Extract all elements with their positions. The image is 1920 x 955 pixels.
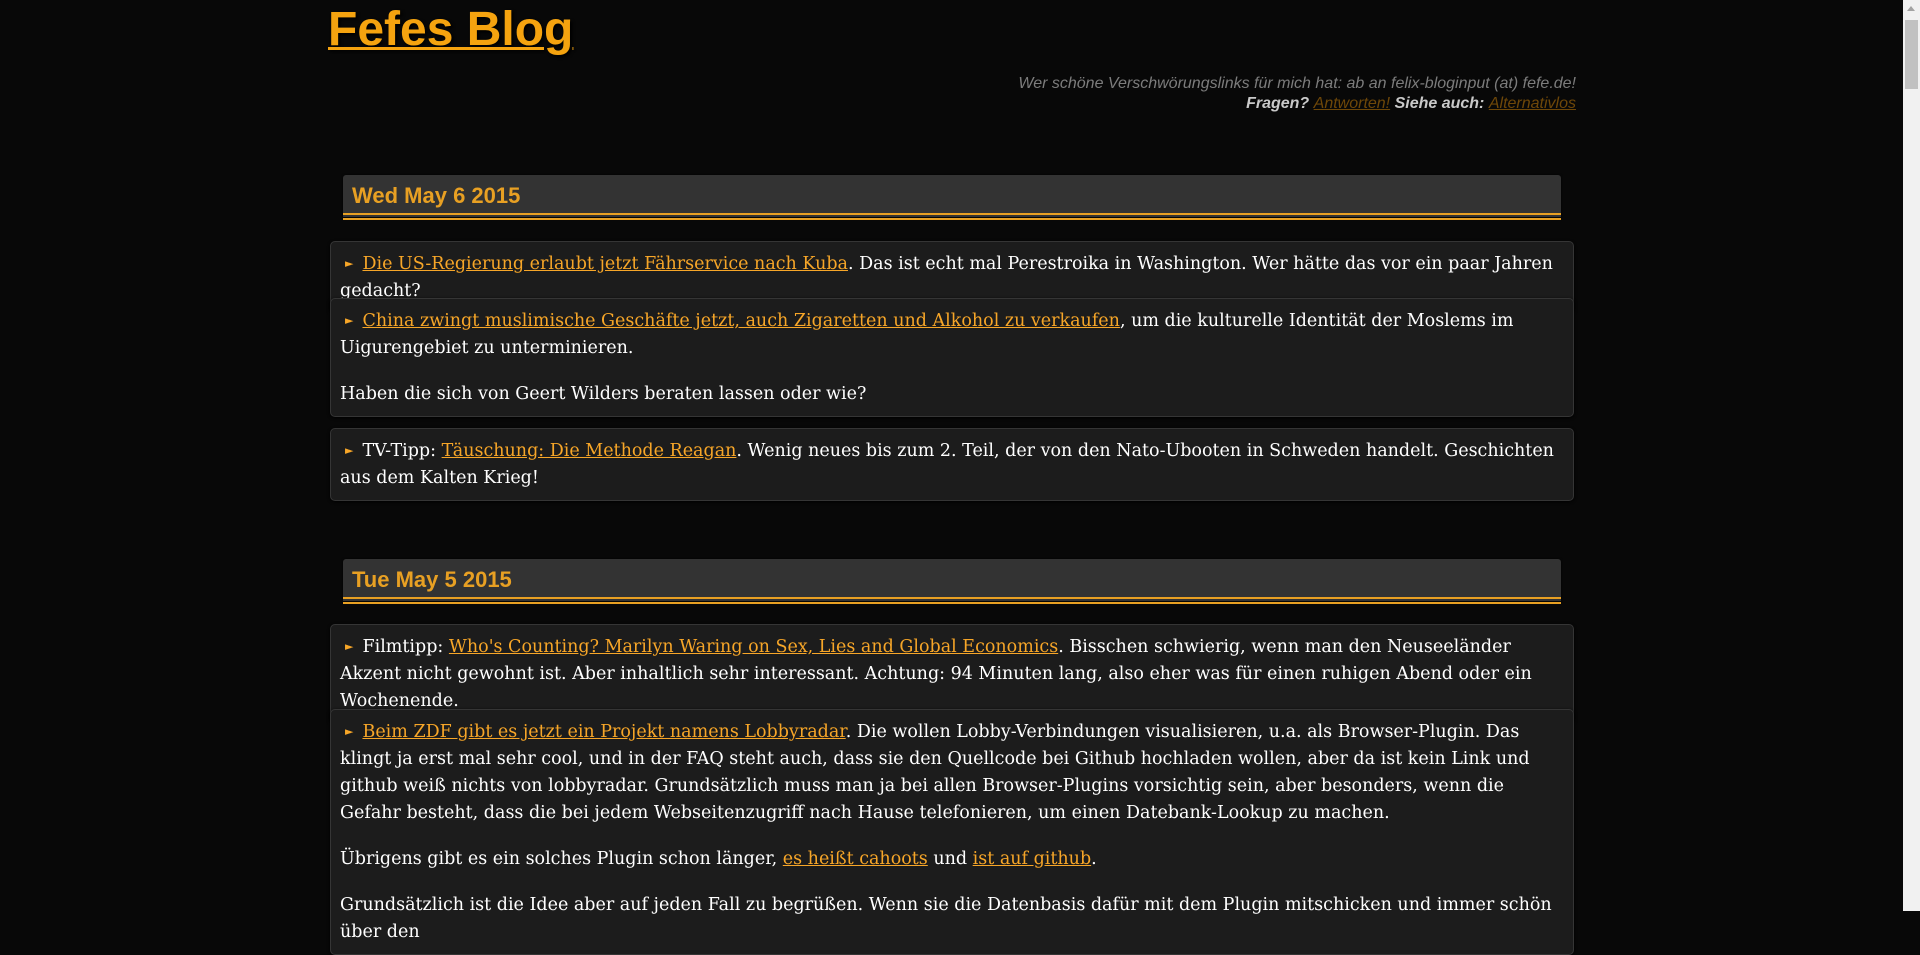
post-link[interactable]: Täuschung: Die Methode Reagan: [442, 441, 737, 461]
triangle-bullet-icon: ►: [345, 257, 354, 270]
post-prefix: TV-Tipp:: [362, 441, 442, 461]
post-link[interactable]: Die US-Regierung erlaubt jetzt Fährservi…: [362, 254, 848, 274]
blog-post: ► Beim ZDF gibt es jetzt ein Projekt name…: [330, 709, 1574, 955]
day-date: Wed May 6 2015: [352, 183, 521, 208]
triangle-bullet-icon: ►: [345, 314, 354, 327]
blog-post: ► TV-Tipp: Täuschung: Die Methode Reagan.…: [330, 428, 1574, 501]
post-paragraph: Grundsätzlich ist die Idee aber auf jede…: [340, 895, 1552, 942]
scroll-up-arrow-icon[interactable]: [1903, 0, 1920, 17]
post-paragraph: ► TV-Tipp: Täuschung: Die Methode Reagan.…: [340, 437, 1564, 492]
post-paragraph: Übrigens gibt es ein solches Plugin scho…: [340, 846, 1564, 873]
github-link[interactable]: ist auf github: [973, 849, 1092, 869]
answers-link[interactable]: Antworten!: [1314, 95, 1390, 112]
scrollbar-thumb[interactable]: [1905, 20, 1918, 89]
blog-title-link[interactable]: Fefes Blog: [328, 0, 573, 60]
tagline-text: Wer schöne Verschwörungslinks für mich h…: [1018, 75, 1576, 92]
post-paragraph: Haben die sich von Geert Wilders beraten…: [340, 384, 867, 404]
post-link[interactable]: China zwingt muslimische Geschäfte jetzt…: [362, 311, 1119, 331]
alternativlos-link[interactable]: Alternativlos: [1489, 95, 1576, 112]
triangle-bullet-icon: ►: [345, 444, 354, 457]
day-date: Tue May 5 2015: [352, 567, 512, 592]
questions-label: Fragen?: [1246, 95, 1310, 112]
cahoots-link[interactable]: es heißt cahoots: [783, 849, 928, 869]
post-text: und: [927, 849, 973, 869]
post-paragraph: ► Filmtipp: Who's Counting? Marilyn Warin…: [340, 633, 1564, 715]
see-also-label: Siehe auch:: [1394, 95, 1485, 112]
post-link[interactable]: Who's Counting? Marilyn Waring on Sex, L…: [449, 637, 1058, 657]
tagline-links-line: Fragen? Antworten! Siehe auch: Alternati…: [1018, 94, 1576, 114]
post-text: Übrigens gibt es ein solches Plugin scho…: [340, 849, 783, 869]
blog-post: ► China zwingt muslimische Geschäfte jetz…: [330, 298, 1574, 417]
blog-tagline: Wer schöne Verschwörungslinks für mich h…: [1018, 74, 1576, 114]
post-paragraph: ► Beim ZDF gibt es jetzt ein Projekt name…: [340, 718, 1564, 827]
post-paragraph: ► Die US-Regierung erlaubt jetzt Fährserv…: [340, 250, 1564, 305]
post-paragraph: ► China zwingt muslimische Geschäfte jetz…: [340, 307, 1564, 362]
post-prefix: Filmtipp:: [362, 637, 449, 657]
day-header: Tue May 5 2015: [343, 559, 1561, 604]
triangle-bullet-icon: ►: [345, 725, 354, 738]
triangle-bullet-icon: ►: [345, 640, 354, 653]
day-header: Wed May 6 2015: [343, 175, 1561, 220]
vertical-scrollbar[interactable]: [1903, 0, 1920, 911]
post-text: .: [1091, 849, 1097, 869]
post-link[interactable]: Beim ZDF gibt es jetzt ein Projekt namen…: [362, 722, 845, 742]
